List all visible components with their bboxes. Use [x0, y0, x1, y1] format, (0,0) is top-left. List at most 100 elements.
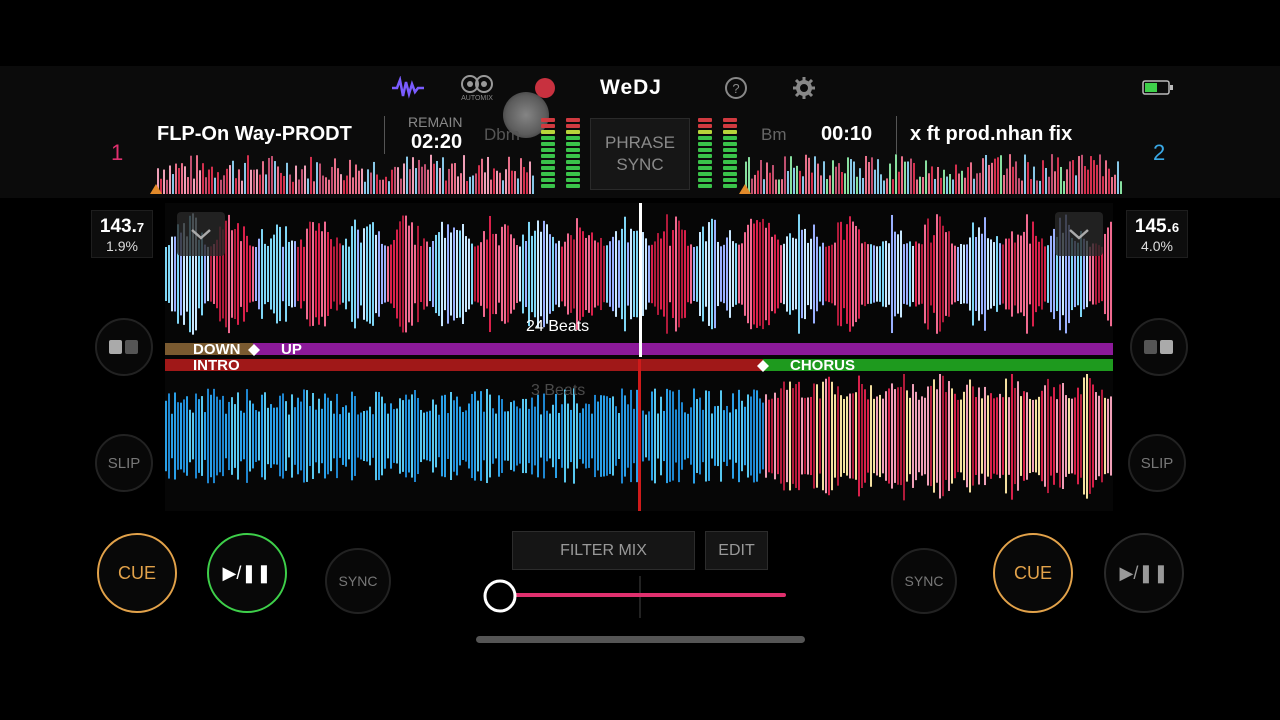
settings-icon[interactable]: [792, 76, 816, 100]
waveform-bar: [807, 242, 809, 306]
waveform-bar: [351, 391, 353, 481]
deck2-cue-button[interactable]: CUE: [993, 533, 1073, 613]
deck1-title[interactable]: FLP-On Way-PRODT: [157, 123, 367, 146]
waveform-bar: [1021, 180, 1023, 194]
waveform-bar: [315, 409, 317, 463]
waveform-bar: [1104, 397, 1106, 475]
waveform-bar: [360, 242, 362, 306]
waveform-bar: [288, 241, 290, 307]
edit-button[interactable]: EDIT: [705, 531, 768, 570]
deck1-play-pause-button[interactable]: ▶/❚❚: [207, 533, 287, 613]
deck2-sync-button[interactable]: SYNC: [891, 548, 957, 614]
waveform-bar: [345, 238, 347, 310]
deck2-playhead: [638, 359, 641, 511]
waveform-bar: [255, 246, 257, 302]
waveform-bar: [324, 393, 326, 479]
waveform-bar: [760, 159, 762, 194]
waveform-bar: [717, 241, 719, 307]
deck2-overview-waveform[interactable]: [745, 154, 1123, 194]
crossfader-knob[interactable]: [483, 579, 517, 613]
waveform-bar: [334, 158, 336, 194]
deck1-slip-button[interactable]: SLIP: [95, 434, 153, 492]
waveform-bar: [529, 161, 531, 194]
deck1-collapse-button[interactable]: [177, 212, 225, 256]
waveform-bar: [837, 386, 839, 486]
waveform-bar: [945, 392, 947, 480]
phrase-label: DOWN: [193, 341, 241, 358]
waveform-bar: [844, 173, 846, 194]
deck1-bpm-display[interactable]: 143.7 1.9%: [91, 210, 153, 258]
waveform-bar: [1009, 154, 1011, 194]
waveform-bar: [828, 245, 830, 303]
deck2-collapse-button[interactable]: [1055, 212, 1103, 256]
help-icon[interactable]: ?: [724, 76, 748, 100]
waveform-bar: [738, 244, 740, 304]
waveform-bar: [882, 398, 884, 474]
waveform-icon[interactable]: [390, 76, 426, 100]
deck2-play-pause-button[interactable]: ▶/❚❚: [1104, 533, 1184, 613]
waveform-bar: [819, 246, 821, 302]
waveform-bar: [879, 246, 881, 302]
waveform-bar: [699, 397, 701, 475]
waveform-bar: [532, 175, 534, 194]
waveform-bar: [456, 230, 458, 318]
deck1-sync-button[interactable]: SYNC: [325, 548, 391, 614]
deck2-title[interactable]: x ft prod.nhan fix: [910, 123, 1120, 146]
deck1-loop-toggle[interactable]: [95, 318, 153, 376]
waveform-bar: [612, 396, 614, 476]
filter-mix-button[interactable]: FILTER MIX: [512, 531, 695, 570]
waveform-bar: [381, 396, 383, 476]
waveform-bar: [292, 181, 294, 194]
waveform-bar: [912, 245, 914, 303]
crossfader[interactable]: [480, 574, 800, 620]
deck1-overview-waveform[interactable]: [157, 154, 535, 194]
waveform-bar: [810, 396, 812, 476]
deck1-cue-button[interactable]: CUE: [97, 533, 177, 613]
deck2-bpm-display[interactable]: 145.6 4.0%: [1126, 210, 1188, 258]
waveform-bar: [609, 397, 611, 475]
deck2-slip-button[interactable]: SLIP: [1128, 434, 1186, 492]
waveform-bar: [795, 238, 797, 310]
waveform-bar: [249, 245, 251, 303]
waveform-bar: [247, 155, 249, 194]
waveform-bar: [783, 243, 785, 305]
automix-icon[interactable]: [460, 74, 494, 96]
waveform-bar: [483, 411, 485, 461]
waveform-bar: [396, 229, 398, 319]
waveform-bar: [523, 166, 525, 194]
waveform-bar: [240, 241, 242, 307]
waveform-bar: [396, 408, 398, 464]
waveform-bar: [190, 155, 192, 194]
waveform-bar: [459, 406, 461, 466]
waveform-bar: [834, 242, 836, 306]
waveform-bar: [1102, 176, 1104, 194]
waveform-bar: [229, 165, 231, 194]
waveform-bar: [354, 396, 356, 476]
waveform-bar: [270, 404, 272, 468]
waveform-bar: [693, 246, 695, 302]
waveform-bar: [705, 390, 707, 482]
waveform-bar: [282, 246, 284, 302]
waveform-bar: [249, 400, 251, 472]
waveform-bar: [481, 158, 483, 194]
waveform-bar: [370, 172, 372, 194]
waveform-bar: [567, 403, 569, 469]
waveform-bar: [969, 379, 971, 493]
phrase-sync-button[interactable]: PHRASE SYNC: [590, 118, 690, 190]
waveform-bar: [948, 381, 950, 491]
waveform-bar: [228, 214, 230, 334]
waveform-bar: [825, 246, 827, 302]
deck2-loop-toggle[interactable]: [1130, 318, 1188, 376]
waveform-bar: [385, 176, 387, 194]
waveform-bar: [1092, 384, 1094, 488]
waveform-bar: [822, 242, 824, 306]
waveform-bar: [433, 163, 435, 194]
waveform-bar: [319, 163, 321, 194]
waveform-bar: [880, 174, 882, 194]
waveform-bar: [669, 390, 671, 482]
waveform-bar: [606, 245, 608, 303]
waveform-bar: [174, 236, 176, 312]
waveform-bar: [1006, 168, 1008, 194]
waveform-bar: [1008, 397, 1010, 475]
waveform-bar: [841, 172, 843, 194]
